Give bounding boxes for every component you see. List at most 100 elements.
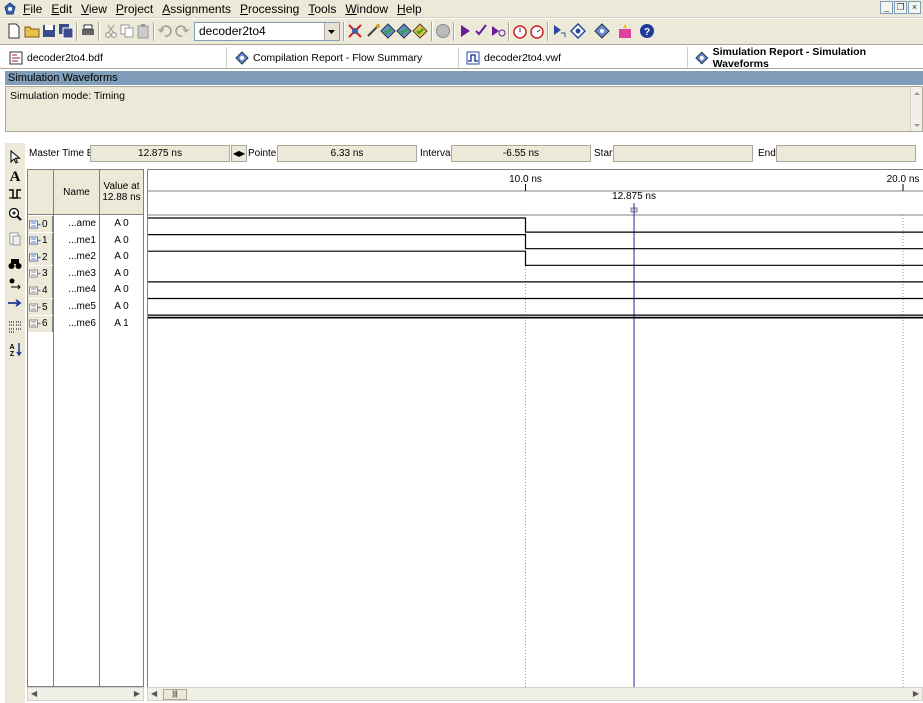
output-pin-icon <box>29 286 41 295</box>
start-timing-icon[interactable] <box>490 23 506 39</box>
master-time-bar-field[interactable]: 12.875 ns <box>90 145 230 162</box>
bdf-file-icon <box>9 51 23 64</box>
signal-value: A 0 <box>114 251 129 263</box>
pin-planner-icon[interactable] <box>365 23 381 39</box>
table-row[interactable]: 1 ...me1 A 0 <box>28 232 143 250</box>
analysis-icon[interactable] <box>380 23 396 39</box>
assignment-editor-icon[interactable] <box>347 23 363 39</box>
scroll-left-icon[interactable]: ◀ <box>151 689 157 698</box>
start-analysis-icon[interactable] <box>473 23 489 39</box>
tab-compilation-report[interactable]: Compilation Report - Flow Summary <box>231 47 459 68</box>
table-row[interactable]: 5 ...me5 A 0 <box>28 299 143 316</box>
print-icon[interactable] <box>80 23 96 39</box>
signal-name: ...me3 <box>68 267 96 279</box>
waveform-canvas[interactable]: 10.0 ns 20.0 ns 12.875 ns <box>148 170 923 687</box>
time-bar-stepper[interactable]: ◀▶ <box>231 145 247 162</box>
signal-index: 2 <box>42 251 48 263</box>
timequest-icon[interactable] <box>529 23 545 39</box>
menu-edit[interactable]: Edit <box>48 2 78 16</box>
open-folder-icon[interactable] <box>24 23 40 39</box>
copy-icon[interactable] <box>119 23 135 39</box>
start-compilation-icon[interactable] <box>457 23 473 39</box>
restore-button[interactable]: ❐ <box>894 1 907 14</box>
end-field[interactable] <box>776 145 916 162</box>
dropdown-arrow-icon[interactable] <box>324 23 339 40</box>
menu-project[interactable]: Project <box>113 2 159 16</box>
full-screen-icon[interactable] <box>7 231 23 247</box>
close-button[interactable]: × <box>908 1 921 14</box>
sort-icon[interactable]: AZ <box>7 341 23 357</box>
fitter-icon[interactable] <box>412 23 428 39</box>
paste-icon[interactable] <box>135 23 151 39</box>
snap-to-grid-icon[interactable] <box>7 319 23 335</box>
stop-icon[interactable] <box>435 23 451 39</box>
minimize-button[interactable]: _ <box>880 1 893 14</box>
signal-index-cell: 6 <box>28 315 53 332</box>
column-header-name[interactable]: Name <box>54 170 100 214</box>
megawizard-icon[interactable] <box>617 23 633 39</box>
signal-name: ...me6 <box>68 317 96 329</box>
chip-planner-icon[interactable] <box>570 23 586 39</box>
waveform-tool-strip: A AZ <box>5 143 25 703</box>
tab-bdf[interactable]: decoder2to4.bdf <box>5 47 227 68</box>
redo-icon[interactable] <box>174 23 190 39</box>
signal-table-hscrollbar[interactable]: ◀ ▶ <box>27 687 144 701</box>
table-row[interactable]: 3 ...me3 A 0 <box>28 265 143 283</box>
scrollbar-thumb[interactable]: ||| <box>163 689 187 700</box>
waveform-editing-tool-icon[interactable] <box>7 186 23 202</box>
programmer-icon[interactable] <box>594 23 610 39</box>
next-transition-icon[interactable] <box>7 295 23 311</box>
column-header-value[interactable]: Value at 12.88 ns <box>100 170 143 214</box>
output-pin-icon <box>29 269 41 278</box>
window-controls: _ ❐ × <box>880 1 921 14</box>
menu-file[interactable]: File <box>20 2 48 16</box>
quartus-app-icon[interactable] <box>3 2 17 16</box>
waveform-display[interactable]: 10.0 ns 20.0 ns 12.875 ns <box>147 169 923 687</box>
menu-items: File Edit View Project Assignments Processing… <box>20 2 428 16</box>
replace-icon[interactable] <box>7 275 23 291</box>
menu-tools[interactable]: Tools <box>305 2 342 16</box>
table-row[interactable]: 2 ...me2 A 0 <box>28 249 143 266</box>
undo-icon[interactable] <box>157 23 173 39</box>
cut-icon[interactable] <box>103 23 119 39</box>
start-field[interactable] <box>613 145 753 162</box>
scroll-up-icon[interactable] <box>913 90 921 96</box>
project-select[interactable]: decoder2to4 <box>194 22 340 41</box>
table-row[interactable]: 4 ...me4 A 0 <box>28 282 143 299</box>
menu-assignments[interactable]: Assignments <box>159 2 237 16</box>
interval-field: -6.55 ns <box>451 145 591 162</box>
scroll-left-icon[interactable]: ◀ <box>31 689 37 698</box>
text-tool-icon[interactable]: A <box>7 167 23 183</box>
menu-window[interactable]: Window <box>342 2 394 16</box>
help-icon[interactable]: ? <box>639 23 655 39</box>
table-row[interactable]: 0 ...ame A 0 <box>28 216 143 233</box>
zoom-tool-icon[interactable] <box>7 206 23 222</box>
signal-index: 4 <box>42 284 48 296</box>
save-all-icon[interactable] <box>58 23 74 39</box>
ruler-tick-label: 10.0 ns <box>509 174 542 185</box>
find-icon[interactable] <box>7 256 23 272</box>
menu-view[interactable]: View <box>78 2 113 16</box>
save-icon[interactable] <box>41 23 57 39</box>
tab-simulation-report[interactable]: Simulation Report - Simulation Waveforms <box>691 46 919 70</box>
tab-vwf[interactable]: decoder2to4.vwf <box>462 47 688 68</box>
signal-index: 1 <box>42 235 48 247</box>
table-row[interactable]: 6 ...me6 A 1 <box>28 315 143 333</box>
ruler-tick-label: 20.0 ns <box>887 174 920 185</box>
scroll-down-icon[interactable] <box>913 123 921 129</box>
scroll-right-icon[interactable]: ▶ <box>134 689 140 698</box>
vertical-scrollbar[interactable] <box>910 87 922 131</box>
new-file-icon[interactable] <box>6 23 22 39</box>
timing-analyzer-icon[interactable] <box>512 23 528 39</box>
signal-index-cell: 1 <box>28 232 53 249</box>
synthesis-icon[interactable] <box>396 23 412 39</box>
scroll-right-icon[interactable]: ▶ <box>913 689 919 698</box>
waveform-hscrollbar[interactable]: ◀ ||| ▶ <box>147 687 923 701</box>
menu-help[interactable]: Help <box>394 2 428 16</box>
signal-name: ...me5 <box>68 301 96 312</box>
start-simulation-icon[interactable] <box>551 23 567 39</box>
signal-index-cell: 0 <box>28 216 53 232</box>
signal-value: A 1 <box>114 317 129 329</box>
selection-tool-icon[interactable] <box>7 149 23 165</box>
menu-processing[interactable]: Processing <box>237 2 305 16</box>
